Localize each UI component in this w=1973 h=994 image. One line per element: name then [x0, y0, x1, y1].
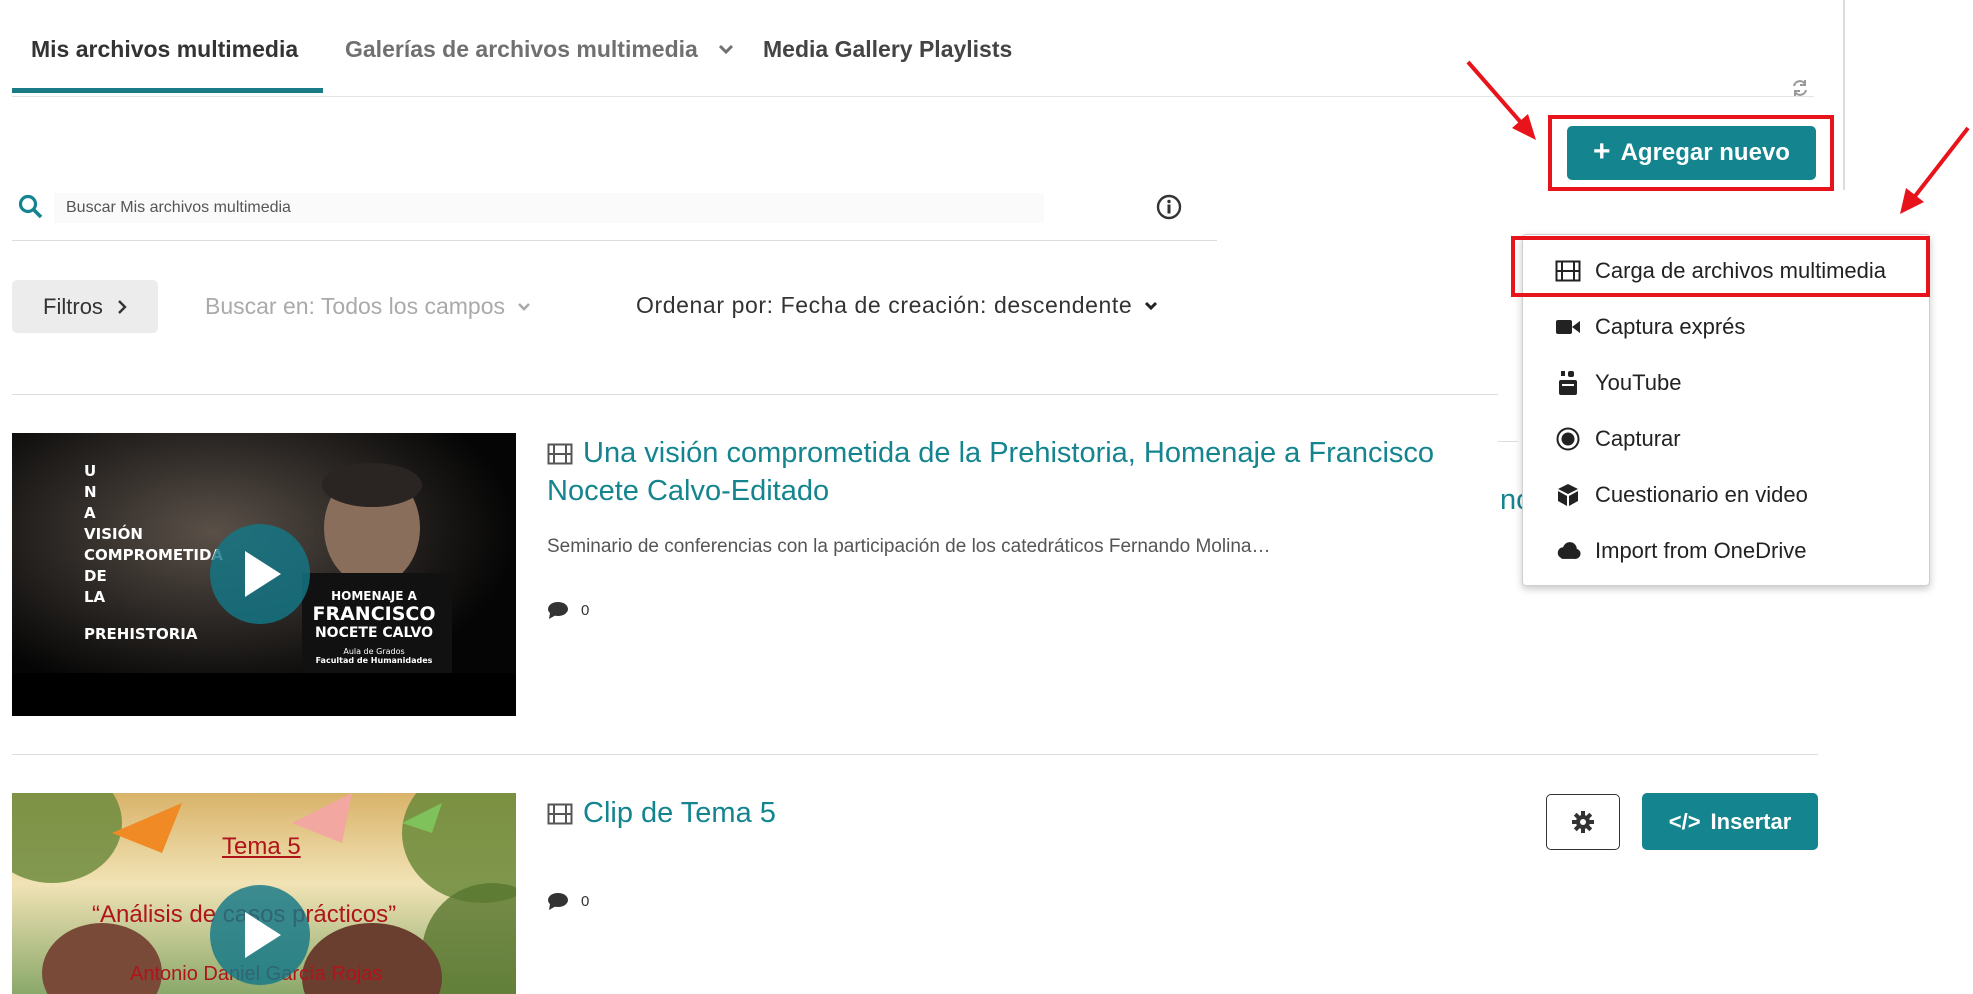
sort-select[interactable]: Ordenar por: Fecha de creación: descende…: [636, 292, 1158, 319]
add-new-label: Agregar nuevo: [1620, 139, 1790, 166]
comments-count: 0: [547, 601, 589, 619]
entry-description: Seminario de conferencias con la partici…: [547, 536, 1271, 557]
video-camera-icon: [1556, 320, 1580, 334]
thumbnail-title: Tema 5: [222, 833, 301, 860]
settings-button[interactable]: [1546, 794, 1620, 850]
tab-playlists[interactable]: Media Gallery Playlists: [763, 36, 1012, 63]
youtube-icon: [1559, 371, 1577, 395]
filters-button[interactable]: Filtros: [12, 280, 158, 333]
content-right-border: [1843, 0, 1845, 190]
chevron-down-icon: [1145, 301, 1158, 310]
play-button[interactable]: [210, 885, 310, 985]
search-input[interactable]: [54, 193, 1044, 223]
search-icon: [18, 194, 43, 219]
entry-thumbnail[interactable]: U N A VISIÓN COMPROMETIDA DE LA PREHISTO…: [12, 433, 516, 716]
annotation-arrow-add-new: [1466, 60, 1536, 140]
chevron-down-icon: [518, 302, 530, 311]
menu-item-label: Import from OneDrive: [1595, 538, 1807, 563]
menu-item-label: Captura exprés: [1595, 314, 1746, 339]
entry-title[interactable]: Clip de Tema 5: [547, 794, 1147, 832]
list-top-divider: [12, 394, 1498, 395]
play-icon: [245, 551, 281, 597]
menu-item-onedrive[interactable]: Import from OneDrive: [1555, 538, 1807, 564]
cloud-icon: [1557, 542, 1581, 559]
tabs-divider: [12, 96, 1814, 97]
search-in-label: Buscar en: Todos los campos: [205, 293, 506, 319]
info-icon[interactable]: [1156, 194, 1182, 220]
tab-media-galleries-label: Galerías de archivos multimedia: [345, 36, 698, 62]
refresh-icon[interactable]: [1790, 78, 1810, 98]
active-tab-indicator: [12, 88, 323, 93]
chevron-right-icon: [118, 299, 127, 314]
entry-title-text: Una visión comprometida de la Prehistori…: [547, 437, 1435, 507]
menu-item-label: Capturar: [1595, 426, 1681, 451]
comment-icon: [548, 602, 568, 619]
insert-label: Insertar: [1710, 808, 1792, 834]
search-in-select[interactable]: Buscar en: Todos los campos: [205, 293, 531, 320]
annotation-arrow-upload: [1900, 126, 1970, 214]
add-new-button[interactable]: + Agregar nuevo: [1567, 126, 1816, 180]
code-icon: </>: [1668, 808, 1701, 834]
thumbnail-text-right: HOMENAJE A FRANCISCO NOCETE CALVO Aula d…: [312, 589, 436, 665]
filters-label: Filtros: [43, 293, 103, 319]
film-icon: [547, 803, 573, 825]
play-button[interactable]: [210, 524, 310, 624]
play-icon: [245, 912, 281, 958]
comments-count: 0: [547, 892, 589, 910]
menu-item-capture[interactable]: Capturar: [1555, 426, 1681, 452]
entry-title[interactable]: Una visión comprometida de la Prehistori…: [547, 434, 1507, 510]
sort-label: Ordenar por: Fecha de creación: descende…: [636, 292, 1133, 318]
plus-icon: +: [1593, 134, 1611, 168]
entry-thumbnail[interactable]: Tema 5 “Análisis de casos prácticos” Ant…: [12, 793, 516, 994]
menu-item-express-capture[interactable]: Captura exprés: [1555, 314, 1745, 340]
media-upload-highlight: [1511, 236, 1930, 297]
menu-item-label: YouTube: [1595, 370, 1682, 395]
chevron-down-icon: [719, 44, 734, 55]
comment-icon: [548, 893, 568, 910]
cube-icon: [1558, 484, 1578, 506]
entry-top-divider: [1498, 441, 1518, 442]
thumbnail-text-left: U N A VISIÓN COMPROMETIDA DE LA PREHISTO…: [84, 462, 224, 643]
menu-item-youtube[interactable]: YouTube: [1555, 370, 1681, 396]
search-underline: [12, 240, 1217, 241]
menu-item-video-quiz[interactable]: Cuestionario en video: [1555, 482, 1808, 508]
tab-my-media[interactable]: Mis archivos multimedia: [31, 36, 298, 63]
entry-divider: [12, 754, 1818, 755]
insert-button[interactable]: </> Insertar: [1642, 793, 1818, 850]
tab-media-galleries[interactable]: Galerías de archivos multimedia: [345, 36, 734, 63]
gear-icon: [1572, 811, 1594, 833]
menu-item-label: Cuestionario en video: [1595, 482, 1808, 507]
entry-title-text: Clip de Tema 5: [583, 797, 776, 829]
film-icon: [547, 443, 573, 465]
record-icon: [1556, 427, 1580, 451]
